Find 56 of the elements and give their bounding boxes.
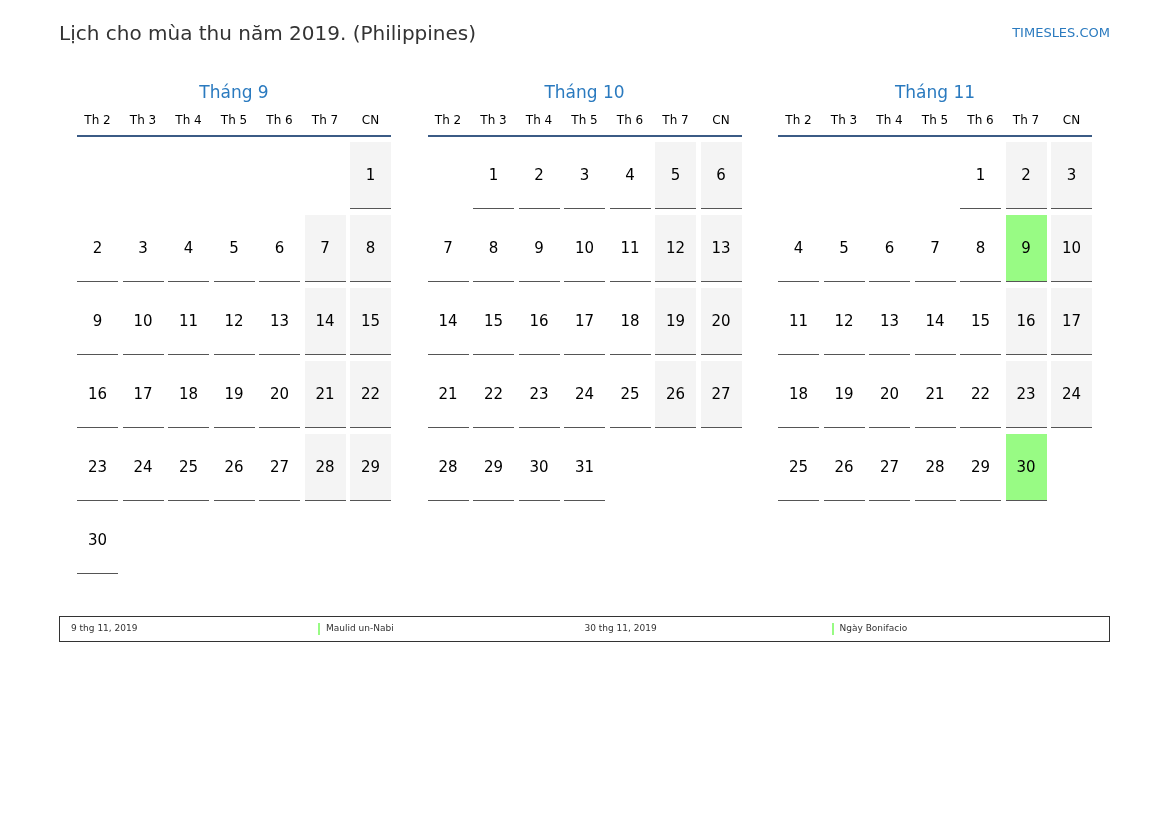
day-cell: 27 <box>700 361 742 428</box>
day-cell: 28 <box>304 434 346 501</box>
weekday-header: Th 3 <box>829 112 859 129</box>
weekday-header: Th 6 <box>966 112 995 129</box>
day-cell: 5 <box>655 142 696 209</box>
day-cell: 21 <box>304 361 346 428</box>
day-cell: 7 <box>304 215 346 282</box>
day-cell: 8 <box>350 215 391 282</box>
weekday-header: Th 5 <box>570 112 599 129</box>
day-cell: 24 <box>1051 361 1092 428</box>
weekday-header: Th 4 <box>875 112 904 129</box>
weekday-header: Th 4 <box>524 112 554 129</box>
weekday-header: CN <box>360 112 381 129</box>
day-cell: 29 <box>350 434 391 501</box>
weekday-header: Th 4 <box>174 112 203 129</box>
weekday-header: Th 7 <box>310 112 340 129</box>
day-cell: 30 <box>1005 434 1047 501</box>
weekday-header: Th 6 <box>265 112 294 129</box>
weekday-header: CN <box>1061 112 1082 129</box>
day-cell: 12 <box>655 215 696 282</box>
weekday-header: Th 6 <box>615 112 645 129</box>
day-cell: 1 <box>350 142 391 209</box>
day-cell: 10 <box>1051 215 1092 282</box>
holiday-date: 9 thg 11, 2019 <box>71 622 139 636</box>
day-cell: 6 <box>700 142 742 209</box>
day-cell: 14 <box>304 288 346 355</box>
holiday-name: Maulid un-Nabi <box>326 622 394 636</box>
weekday-header: Th 5 <box>920 112 950 129</box>
day-cell: 22 <box>350 361 391 428</box>
day-cell: 2 <box>1005 142 1047 209</box>
weekday-header: Th 2 <box>784 112 813 129</box>
weekday-header: Th 3 <box>128 112 158 129</box>
holiday-date: 30 thg 11, 2019 <box>584 622 658 636</box>
day-cell: 16 <box>1005 288 1047 355</box>
day-cell: 15 <box>350 288 391 355</box>
day-cell: 3 <box>1051 142 1092 209</box>
weekday-header: Th 2 <box>433 112 463 129</box>
day-cell: 17 <box>1051 288 1092 355</box>
day-cell: 23 <box>1005 361 1047 428</box>
day-cell: 13 <box>700 215 742 282</box>
day-cell: 19 <box>655 288 696 355</box>
weekday-header: Th 7 <box>661 112 690 129</box>
month-title: Tháng 11 <box>894 81 976 104</box>
day-cell: 9 <box>1005 215 1047 282</box>
weekday-header: Th 7 <box>1011 112 1041 129</box>
day-cell: 20 <box>700 288 742 355</box>
day-cell: 26 <box>655 361 696 428</box>
holiday-name: Ngày Bonifacio <box>839 622 908 636</box>
month-title: Tháng 10 <box>544 81 625 104</box>
page-title: Lịch cho mùa thu năm 2019. (Philippines) <box>59 20 477 47</box>
weekday-header: Th 3 <box>479 112 508 129</box>
weekday-header: Th 2 <box>83 112 112 129</box>
weekday-header: Th 5 <box>219 112 249 129</box>
weekday-header: CN <box>711 112 731 129</box>
site-link[interactable]: TIMESLES.COM <box>1012 23 1110 43</box>
month-title: Tháng 9 <box>199 81 269 104</box>
